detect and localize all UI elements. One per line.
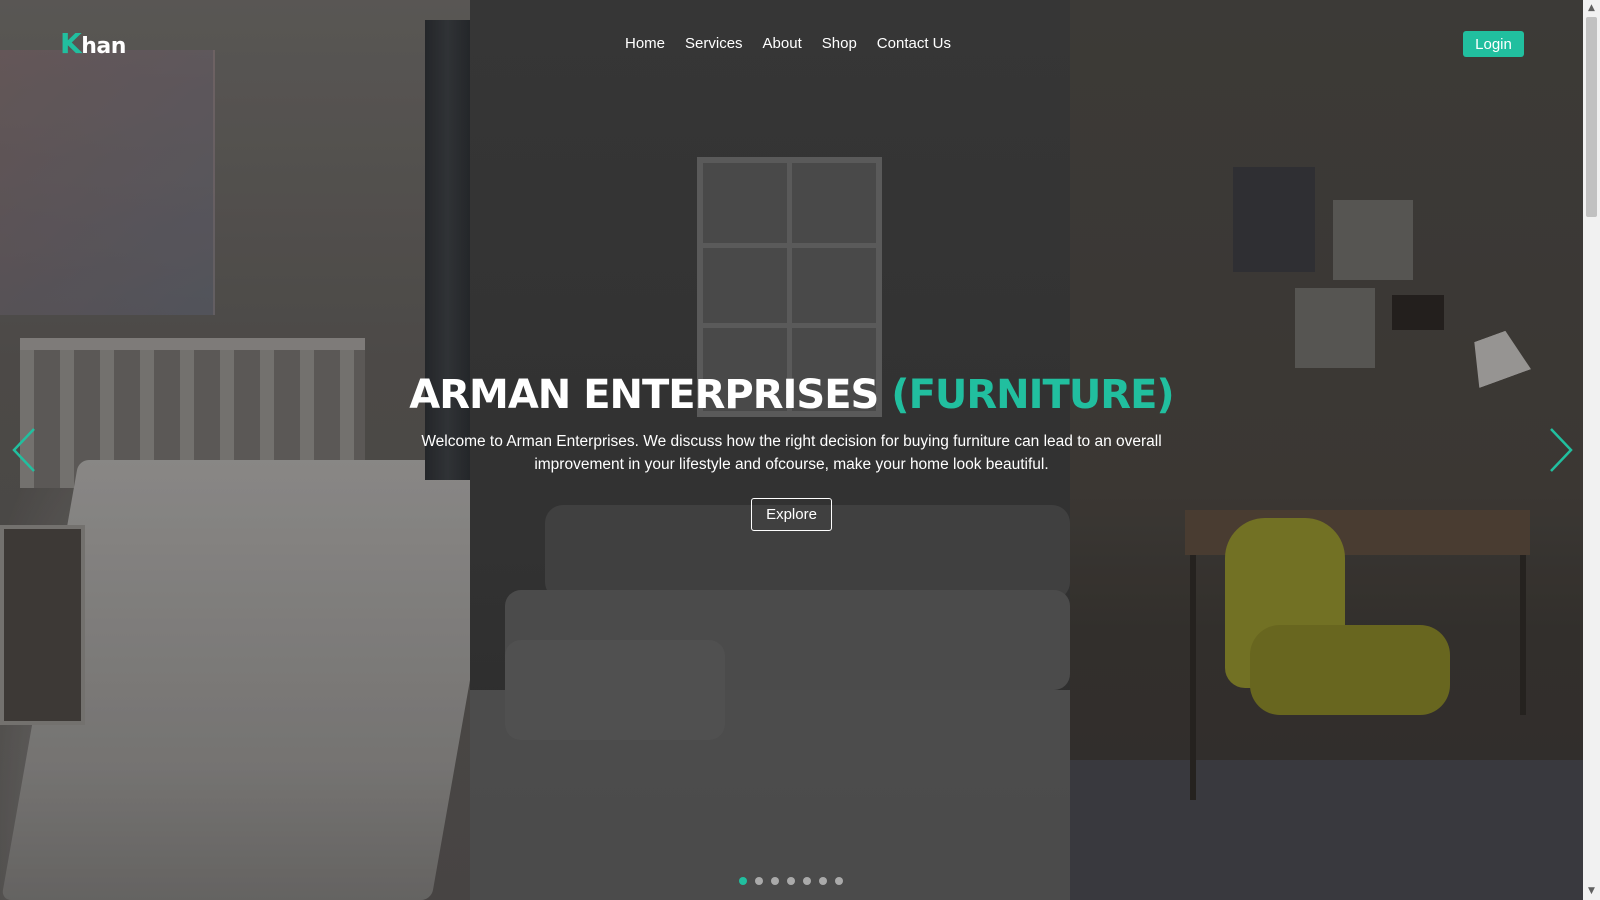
carousel-indicator-dot[interactable] <box>771 877 779 885</box>
nav-links: Home Services About Shop Contact Us <box>625 33 951 52</box>
carousel-indicator-dot[interactable] <box>755 877 763 885</box>
nav-item-services: Services <box>685 33 743 52</box>
nav-item-about: About <box>763 33 802 52</box>
nav-link-shop[interactable]: Shop <box>822 35 857 52</box>
nav-link-contact-us[interactable]: Contact Us <box>877 35 951 52</box>
scrollbar-thumb[interactable] <box>1586 17 1597 217</box>
logo-text: han <box>81 34 126 59</box>
hero-title-accent: (FURNITURE) <box>891 372 1174 418</box>
carousel-indicator-dot[interactable] <box>819 877 827 885</box>
carousel-indicator-dot[interactable] <box>787 877 795 885</box>
nav-item-home: Home <box>625 33 665 52</box>
carousel-indicator-dot[interactable] <box>803 877 811 885</box>
carousel-prev-button[interactable] <box>10 427 40 473</box>
hero-title: ARMAN ENTERPRISES (FURNITURE) <box>0 372 1583 418</box>
scrollbar[interactable]: ▲ ▼ <box>1583 0 1600 900</box>
nav-link-about[interactable]: About <box>763 35 802 52</box>
chevron-left-icon <box>12 428 35 472</box>
hero-description: Welcome to Arman Enterprises. We discuss… <box>421 433 1162 473</box>
nav-link-services[interactable]: Services <box>685 35 743 52</box>
scroll-up-arrow-icon[interactable]: ▲ <box>1583 0 1600 17</box>
logo-initial: K <box>60 27 82 60</box>
carousel-indicator-dot[interactable] <box>739 877 747 885</box>
brand-logo[interactable]: Khan <box>60 27 126 60</box>
nav-item-shop: Shop <box>822 33 857 52</box>
navbar: Khan Home Services About Shop Contact Us… <box>0 0 1583 85</box>
login-button[interactable]: Login <box>1463 31 1524 57</box>
carousel-next-button[interactable] <box>1545 427 1575 473</box>
carousel-indicators <box>739 877 843 885</box>
carousel-indicator-dot[interactable] <box>835 877 843 885</box>
chevron-right-icon <box>1550 428 1573 472</box>
nav-link-home[interactable]: Home <box>625 35 665 52</box>
nav-item-contact: Contact Us <box>877 33 951 52</box>
hero-content: ARMAN ENTERPRISES (FURNITURE) Welcome to… <box>0 372 1583 531</box>
hero-title-main: ARMAN ENTERPRISES <box>409 372 879 418</box>
scroll-down-arrow-icon[interactable]: ▼ <box>1583 883 1600 900</box>
explore-button[interactable]: Explore <box>751 498 832 531</box>
